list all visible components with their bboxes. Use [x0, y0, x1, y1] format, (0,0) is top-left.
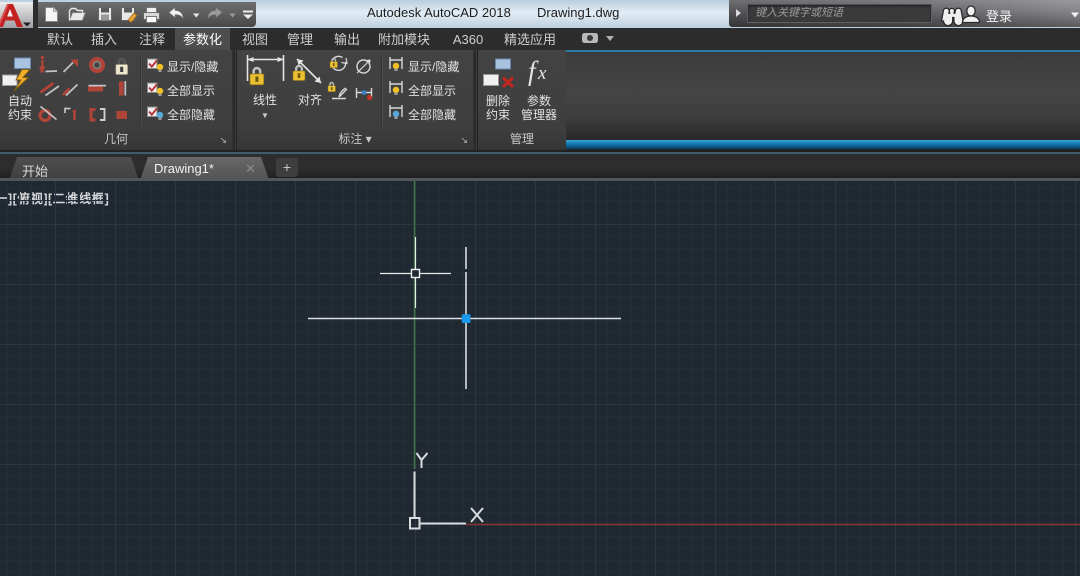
svg-text:x: x — [537, 63, 547, 84]
